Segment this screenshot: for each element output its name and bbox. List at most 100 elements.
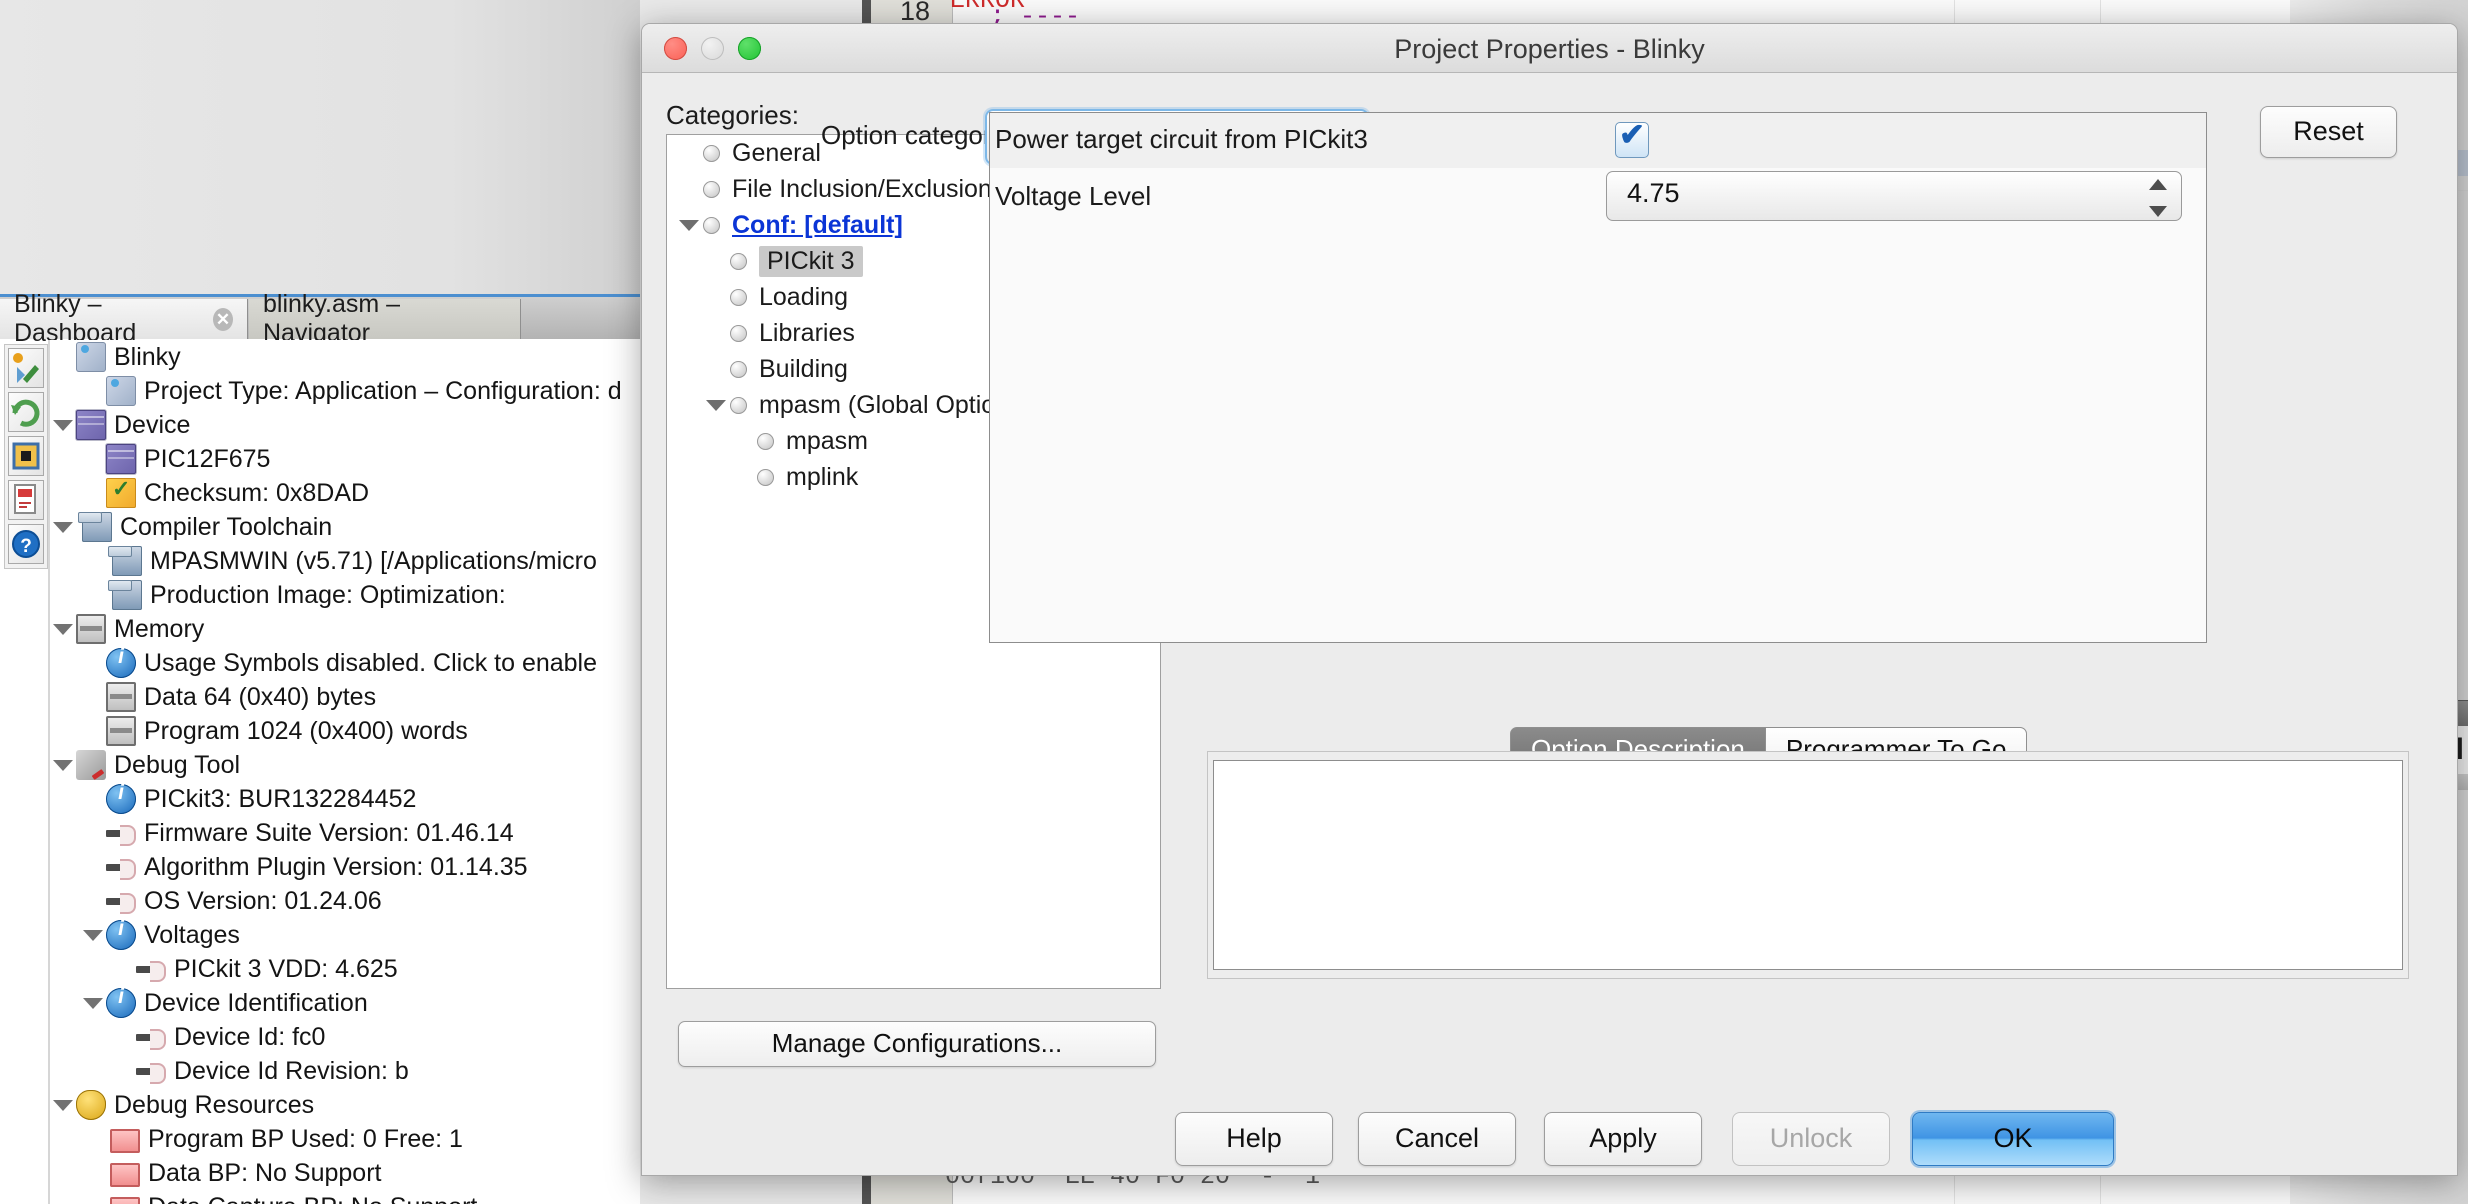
category-bullet-icon bbox=[703, 180, 720, 198]
option-row-voltage-level: Voltage Level 4.75 bbox=[990, 168, 2206, 228]
plug-icon bbox=[136, 1022, 166, 1052]
tree-row-label: Device bbox=[114, 410, 191, 439]
memory-icon bbox=[106, 682, 136, 712]
tree-row[interactable]: Production Image: Optimization: bbox=[50, 578, 640, 612]
tree-row[interactable]: Device bbox=[50, 408, 640, 442]
tree-row[interactable]: Compiler Toolchain bbox=[50, 510, 640, 544]
chevron-down-icon[interactable] bbox=[702, 400, 730, 411]
refresh-debug-tool-icon[interactable] bbox=[8, 392, 44, 432]
tree-row[interactable]: Data Capture BP: No Support bbox=[50, 1190, 640, 1204]
info-icon bbox=[106, 917, 136, 950]
tree-row-label: Device Id Revision: b bbox=[174, 1056, 409, 1085]
tree-row[interactable]: Algorithm Plugin Version: 01.14.35 bbox=[50, 850, 640, 884]
chevron-down-icon[interactable] bbox=[50, 748, 76, 782]
toolchain-icon bbox=[108, 546, 142, 576]
chevron-down-icon[interactable] bbox=[80, 918, 106, 952]
plug-icon bbox=[136, 954, 166, 984]
tree-row-label: Device Id: fc0 bbox=[174, 1022, 326, 1051]
tree-row[interactable]: Usage Symbols disabled. Click to enable bbox=[50, 645, 640, 680]
tree-row[interactable]: Checksum: 0x8DAD bbox=[50, 476, 640, 510]
chip-icon bbox=[76, 410, 106, 440]
project-properties-icon[interactable] bbox=[8, 348, 44, 388]
tab-blinky-asm-navigator[interactable]: blinky.asm – Navigator bbox=[249, 290, 521, 347]
help-icon[interactable]: ? bbox=[8, 524, 44, 564]
manage-configurations-button[interactable]: Manage Configurations... bbox=[678, 1021, 1156, 1067]
tree-row[interactable]: Debug Tool bbox=[50, 748, 640, 782]
tree-row[interactable]: PICkit 3 VDD: 4.625 bbox=[50, 952, 640, 986]
plug-icon bbox=[136, 1056, 166, 1086]
categories-label: Categories: bbox=[666, 100, 799, 130]
category-bullet-icon bbox=[730, 360, 747, 378]
category-row-label: mplink bbox=[786, 462, 859, 491]
bug-icon bbox=[76, 1090, 106, 1120]
tree-row[interactable]: Debug Resources bbox=[50, 1088, 640, 1122]
memory-icon bbox=[76, 614, 106, 644]
chevron-down-icon[interactable] bbox=[50, 510, 76, 544]
category-row-label: Conf: [default] bbox=[732, 210, 903, 239]
tree-row-label: Data 64 (0x40) bytes bbox=[144, 682, 377, 711]
power-target-checkbox[interactable] bbox=[1615, 117, 1649, 158]
tree-row[interactable]: Data 64 (0x40) bytes bbox=[50, 680, 640, 714]
tree-row[interactable]: Device Id: fc0 bbox=[50, 1020, 640, 1054]
screen-root: 18 ; ---- ERROR 00f100 EE 40 F0 20 - 1 u… bbox=[0, 0, 2468, 1204]
tree-row[interactable]: OS Version: 01.24.06 bbox=[50, 884, 640, 918]
ide-left-pane-empty bbox=[0, 0, 640, 300]
voltage-level-select[interactable]: 4.75 bbox=[1606, 171, 2182, 221]
chevron-down-icon[interactable] bbox=[50, 612, 76, 646]
description-panel bbox=[1207, 751, 2409, 979]
tree-row-label: Compiler Toolchain bbox=[120, 512, 333, 541]
tree-row[interactable]: Memory bbox=[50, 612, 640, 646]
category-bullet-icon bbox=[730, 396, 747, 414]
chevron-down-icon[interactable] bbox=[675, 220, 703, 231]
category-bullet-icon bbox=[730, 288, 747, 306]
apply-button[interactable]: Apply bbox=[1544, 1112, 1702, 1166]
tree-row[interactable]: PICkit3: BUR132284452 bbox=[50, 781, 640, 816]
description-textarea[interactable] bbox=[1213, 760, 2403, 970]
tree-row[interactable]: Device Identification bbox=[50, 985, 640, 1020]
tree-row[interactable]: Device Id Revision: b bbox=[50, 1054, 640, 1088]
dashboard-tree[interactable]: Blinky Project Type: Application – Config… bbox=[50, 340, 640, 1204]
chevron-down-icon[interactable] bbox=[80, 986, 106, 1020]
help-button[interactable]: Help bbox=[1175, 1112, 1333, 1166]
checksum-icon bbox=[106, 476, 136, 508]
plug-icon bbox=[106, 852, 136, 882]
tree-row-label: Usage Symbols disabled. Click to enable bbox=[144, 648, 598, 677]
cancel-button[interactable]: Cancel bbox=[1358, 1112, 1516, 1166]
memory-view-icon[interactable] bbox=[8, 436, 44, 476]
project-icon bbox=[76, 342, 106, 372]
ok-button[interactable]: OK bbox=[1912, 1112, 2114, 1166]
tree-row[interactable]: Voltages bbox=[50, 917, 640, 952]
reset-button[interactable]: Reset bbox=[2260, 106, 2397, 158]
tree-row[interactable]: Project Type: Application – Configuratio… bbox=[50, 374, 640, 408]
tree-row-label: PIC12F675 bbox=[144, 444, 271, 473]
close-icon[interactable]: ✕ bbox=[212, 307, 233, 331]
tree-row-label: PICkit3: BUR132284452 bbox=[144, 784, 417, 813]
tree-row-label: Program 1024 (0x400) words bbox=[144, 716, 468, 745]
tree-row-label: Debug Tool bbox=[114, 750, 241, 779]
project-icon bbox=[106, 376, 136, 406]
tab-blinky-dashboard[interactable]: Blinky – Dashboard ✕ bbox=[0, 290, 248, 347]
tree-row[interactable]: Program 1024 (0x400) words bbox=[50, 714, 640, 748]
tree-row[interactable]: Data BP: No Support bbox=[50, 1156, 640, 1190]
tree-row[interactable]: Program BP Used: 0 Free: 1 bbox=[50, 1122, 640, 1156]
chevron-down-icon[interactable] bbox=[50, 1088, 76, 1122]
category-row-label: General bbox=[732, 138, 821, 167]
tree-row-label: Memory bbox=[114, 614, 205, 643]
export-pdf-icon[interactable] bbox=[8, 480, 44, 520]
tree-row-label: Checksum: 0x8DAD bbox=[144, 478, 370, 507]
tree-row[interactable]: MPASMWIN (v5.71) [/Applications/micro bbox=[50, 544, 640, 578]
chevron-updown-icon[interactable] bbox=[2149, 179, 2167, 217]
tree-row[interactable]: Blinky bbox=[50, 340, 640, 374]
chevron-down-icon[interactable] bbox=[50, 408, 76, 442]
tree-row[interactable]: Firmware Suite Version: 01.46.14 bbox=[50, 816, 640, 850]
tree-row[interactable]: PIC12F675 bbox=[50, 442, 640, 476]
